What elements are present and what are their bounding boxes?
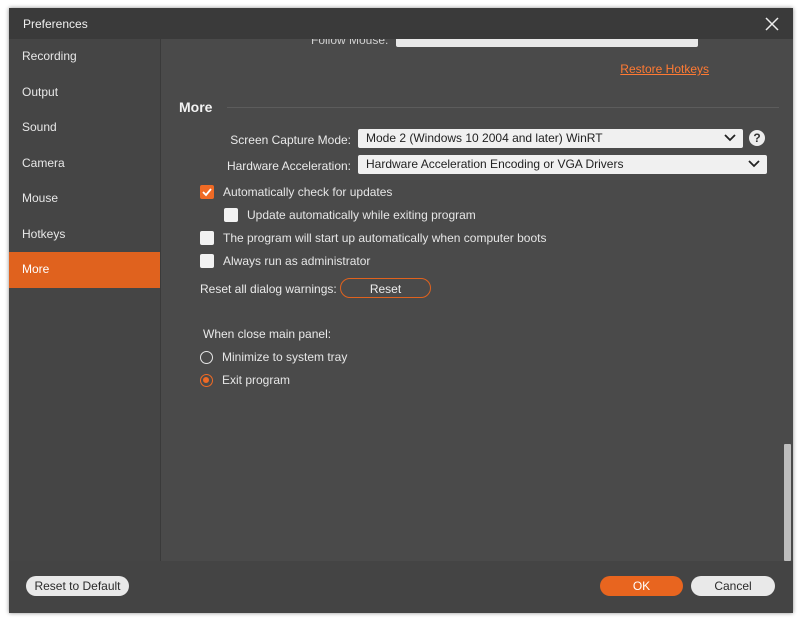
minimize-to-tray-label: Minimize to system tray — [222, 350, 348, 364]
reset-warnings-button[interactable]: Reset — [340, 278, 431, 298]
footer-bar: Reset to Default OK Cancel — [9, 561, 793, 613]
reset-warnings-label: Reset all dialog warnings: — [200, 282, 337, 296]
section-divider — [227, 107, 779, 108]
ok-button[interactable]: OK — [600, 576, 683, 596]
scrollbar-thumb[interactable] — [784, 444, 791, 561]
hardware-acceleration-select[interactable]: Hardware Acceleration Encoding or VGA Dr… — [358, 155, 767, 174]
screen-capture-mode-select[interactable]: Mode 2 (Windows 10 2004 and later) WinRT — [358, 129, 743, 148]
help-icon[interactable]: ? — [749, 130, 765, 146]
chevron-down-icon — [724, 134, 736, 142]
sidebar-item-sound[interactable]: Sound — [9, 110, 160, 146]
checkbox-unchecked-icon — [224, 208, 238, 222]
exit-program-label: Exit program — [222, 373, 291, 387]
checkbox-unchecked-icon — [200, 231, 214, 245]
sidebar: Recording Output Sound Camera Mouse Hotk… — [9, 39, 161, 561]
screen-capture-mode-value: Mode 2 (Windows 10 2004 and later) WinRT — [366, 131, 603, 145]
radio-minimize-to-tray[interactable]: Minimize to system tray — [200, 350, 347, 364]
radio-exit-program[interactable]: Exit program — [200, 373, 290, 387]
title-bar: Preferences — [9, 8, 793, 39]
auto-check-updates-label: Automatically check for updates — [223, 185, 393, 199]
content-panel: Follow Mouse: Restore Hotkeys More Scree… — [161, 39, 793, 561]
hardware-acceleration-label: Hardware Acceleration: — [226, 159, 351, 173]
screen-capture-mode-label: Screen Capture Mode: — [230, 133, 351, 147]
sidebar-item-more[interactable]: More — [9, 252, 160, 288]
startup-on-boot-label: The program will start up automatically … — [223, 231, 547, 245]
sidebar-item-output[interactable]: Output — [9, 75, 160, 111]
close-icon — [765, 17, 779, 31]
sidebar-item-hotkeys[interactable]: Hotkeys — [9, 217, 160, 253]
window-title: Preferences — [23, 17, 88, 31]
hardware-acceleration-value: Hardware Acceleration Encoding or VGA Dr… — [366, 157, 624, 171]
auto-check-updates-checkbox[interactable]: Automatically check for updates — [200, 185, 392, 199]
radio-unselected-icon — [200, 350, 213, 364]
sidebar-item-mouse[interactable]: Mouse — [9, 181, 160, 217]
chevron-down-icon — [748, 160, 760, 168]
restore-hotkeys-link[interactable]: Restore Hotkeys — [620, 62, 709, 76]
cancel-button[interactable]: Cancel — [691, 576, 775, 596]
section-title-more: More — [179, 99, 213, 115]
checkbox-unchecked-icon — [200, 254, 214, 268]
follow-mouse-hotkey-field[interactable] — [396, 39, 698, 47]
startup-on-boot-checkbox[interactable]: The program will start up automatically … — [200, 231, 546, 245]
update-on-exit-label: Update automatically while exiting progr… — [247, 208, 476, 222]
close-button[interactable] — [761, 13, 783, 35]
checkbox-checked-icon — [200, 185, 214, 199]
run-as-admin-label: Always run as administrator — [223, 254, 371, 268]
sidebar-item-recording[interactable]: Recording — [9, 39, 160, 75]
follow-mouse-label: Follow Mouse: — [311, 39, 389, 47]
sidebar-item-camera[interactable]: Camera — [9, 146, 160, 182]
close-panel-label: When close main panel: — [203, 327, 332, 341]
preferences-window: Preferences Recording Output Sound Camer… — [9, 8, 793, 613]
run-as-admin-checkbox[interactable]: Always run as administrator — [200, 254, 370, 268]
reset-to-default-button[interactable]: Reset to Default — [26, 576, 129, 596]
update-on-exit-checkbox[interactable]: Update automatically while exiting progr… — [224, 208, 476, 222]
radio-selected-icon — [200, 373, 213, 387]
